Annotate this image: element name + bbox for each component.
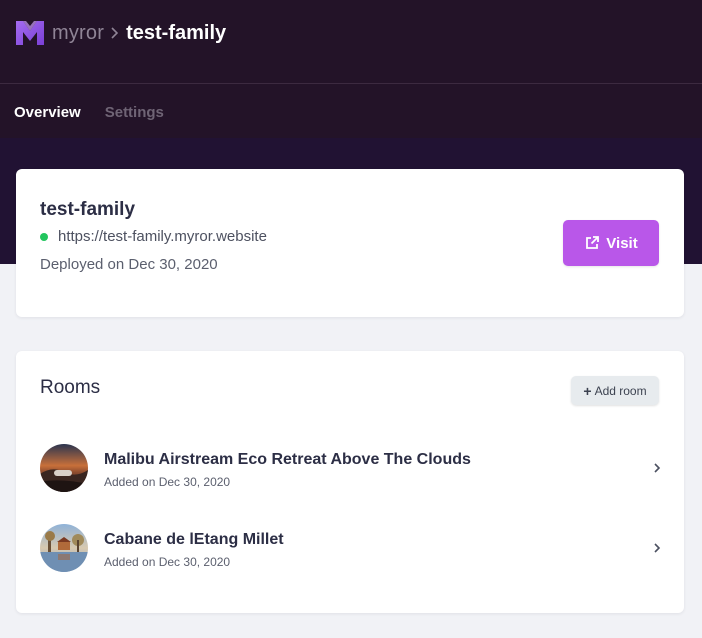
header-divider (0, 83, 702, 84)
site-card: test-family https://test-family.myror.we… (16, 169, 684, 317)
room-list-item[interactable]: Cabane de lEtang Millet Added on Dec 30,… (16, 518, 684, 578)
status-dot (40, 232, 48, 241)
breadcrumb-current: test-family (126, 21, 227, 44)
tab-overview[interactable]: Overview (14, 104, 81, 121)
room-list-item[interactable]: Malibu Airstream Eco Retreat Above The C… (16, 438, 684, 498)
header: myror test-family Overview Settings (0, 0, 702, 138)
tab-bar: Overview Settings (14, 104, 164, 121)
plus-icon: + (583, 382, 592, 399)
room-thumbnail (40, 524, 88, 572)
external-link-icon (586, 236, 600, 249)
add-room-label: Add room (594, 383, 647, 398)
visit-button[interactable]: Visit (563, 220, 659, 266)
breadcrumb-root-link[interactable]: myror (52, 22, 104, 45)
chevron-right-icon (654, 463, 661, 473)
add-room-button[interactable]: + Add room (571, 376, 659, 405)
rooms-card: Rooms + Add room Malibu Airstream Eco Re… (16, 351, 684, 613)
chevron-right-icon (108, 27, 120, 39)
site-url-row: https://test-family.myror.website (40, 228, 267, 245)
tab-settings[interactable]: Settings (105, 104, 164, 121)
room-name: Malibu Airstream Eco Retreat Above The C… (104, 451, 471, 468)
room-thumbnail (40, 444, 88, 492)
room-added-date: Added on Dec 30, 2020 (104, 555, 231, 569)
site-name: test-family (40, 199, 136, 220)
visit-label: Visit (606, 234, 638, 252)
chevron-right-icon (654, 543, 661, 553)
site-url: https://test-family.myror.website (58, 228, 267, 245)
rooms-title: Rooms (40, 377, 101, 398)
room-name: Cabane de lEtang Millet (104, 531, 284, 548)
breadcrumb: myror test-family (14, 17, 226, 49)
deployed-date: Deployed on Dec 30, 2020 (40, 256, 218, 273)
myror-logo[interactable] (14, 17, 46, 49)
room-added-date: Added on Dec 30, 2020 (104, 475, 231, 489)
